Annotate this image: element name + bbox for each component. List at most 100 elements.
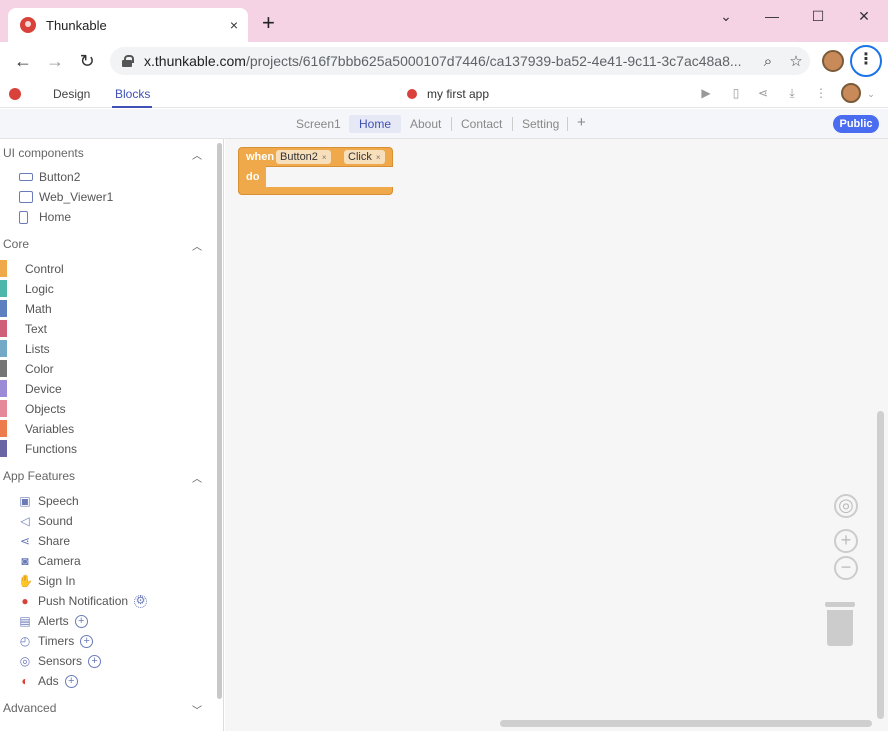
maximize-button[interactable]: ☐ <box>808 6 828 26</box>
category-label: Device <box>25 382 62 396</box>
category-color-bar <box>0 260 7 277</box>
tab-design[interactable]: Design <box>53 87 90 101</box>
core-category-device[interactable]: Device <box>0 380 210 400</box>
when-keyword: when <box>246 151 275 163</box>
device-preview-icon[interactable]: ▯ <box>728 86 744 100</box>
feature-sign-in[interactable]: ✋ Sign In <box>18 573 75 589</box>
do-statement-slot[interactable] <box>267 168 393 186</box>
dropdown-arrow-icon: × <box>321 153 327 162</box>
url-text[interactable]: x.thunkable.com/projects/616f7bbb625a500… <box>144 53 754 69</box>
screen-tab-screen1[interactable]: Screen1 <box>296 117 341 131</box>
forward-arrow-icon[interactable]: → <box>44 50 66 72</box>
sensor-icon: ◎ <box>19 654 31 668</box>
add-ads-icon[interactable]: + <box>64 674 78 688</box>
zoom-out-icon[interactable]: − <box>834 556 858 580</box>
screen-tab-about[interactable]: About <box>410 117 441 131</box>
trash-icon[interactable] <box>825 602 855 646</box>
zoom-in-icon[interactable]: + <box>834 529 858 553</box>
browser-tab[interactable]: Thunkable × <box>8 8 248 42</box>
core-category-objects[interactable]: Objects <box>0 400 210 420</box>
core-category-text[interactable]: Text <box>0 320 210 340</box>
settings-gear-icon[interactable]: ⚙ <box>134 594 148 608</box>
thunkable-logo-icon[interactable] <box>9 88 21 100</box>
zoom-icon[interactable]: ⌕ <box>754 53 782 70</box>
add-alert-icon[interactable]: + <box>74 614 88 628</box>
add-sensor-icon[interactable]: + <box>88 654 102 668</box>
feature-timers[interactable]: ◴ Timers + <box>18 633 94 649</box>
tab-search-icon[interactable]: ⌄ <box>716 6 736 26</box>
section-app-features[interactable]: App Features <box>3 469 75 483</box>
timer-icon: ◴ <box>19 634 31 648</box>
reload-icon[interactable]: ↻ <box>76 50 98 72</box>
section-ui-components[interactable]: UI components <box>3 146 84 160</box>
vertical-scrollbar[interactable] <box>877 411 884 719</box>
component-web-viewer1[interactable]: Web_Viewer1 <box>19 189 113 205</box>
profile-avatar[interactable] <box>822 50 844 72</box>
event-dropdown[interactable]: Click × <box>344 150 385 164</box>
screen-tab-contact[interactable]: Contact <box>461 117 502 131</box>
sidebar-scrollbar[interactable] <box>217 143 222 699</box>
address-bar[interactable]: x.thunkable.com/projects/616f7bbb625a500… <box>110 47 810 75</box>
screen-tab-home[interactable]: Home <box>349 115 402 133</box>
speaker-icon: ◁ <box>20 514 30 528</box>
category-color-bar <box>0 300 7 317</box>
public-button[interactable]: Public <box>833 115 879 133</box>
back-arrow-icon[interactable]: ← <box>12 50 34 72</box>
collapse-chevron-icon[interactable]: ︿ <box>192 470 202 485</box>
core-category-color[interactable]: Color <box>0 360 210 380</box>
tab-close-icon[interactable]: × <box>230 17 238 33</box>
more-options-icon[interactable]: ⋮ <box>813 86 829 100</box>
add-screen-button[interactable]: + <box>577 114 586 131</box>
category-color-bar <box>0 360 7 377</box>
trash-lid <box>825 602 855 607</box>
new-tab-button[interactable]: + <box>262 12 275 34</box>
feature-sound[interactable]: ◁ Sound <box>18 513 72 529</box>
component-button2[interactable]: Button2 <box>19 169 80 185</box>
expand-chevron-icon[interactable]: ﹀ <box>192 702 202 717</box>
core-category-variables[interactable]: Variables <box>0 420 210 440</box>
event-block-button2-click[interactable]: when Button2 × Click × do <box>238 147 393 195</box>
chevron-down-icon[interactable]: ⌄ <box>863 89 879 100</box>
bookmark-star-icon[interactable]: ☆ <box>782 52 810 70</box>
center-workspace-icon[interactable]: ◎ <box>834 494 858 518</box>
browser-toolbar: ← → ↻ x.thunkable.com/projects/616f7bbb6… <box>0 42 888 80</box>
browser-menu-icon[interactable]: ⋮ <box>850 45 882 77</box>
user-avatar[interactable] <box>841 83 861 103</box>
category-label: Color <box>25 362 54 376</box>
feature-ads[interactable]: ◐ Ads + <box>18 673 78 689</box>
core-category-lists[interactable]: Lists <box>0 340 210 360</box>
feature-sensors[interactable]: ◎ Sensors + <box>18 653 102 669</box>
horizontal-scrollbar[interactable] <box>500 720 872 727</box>
collapse-chevron-icon[interactable]: ︿ <box>192 238 202 253</box>
core-category-logic[interactable]: Logic <box>0 280 210 300</box>
section-core[interactable]: Core <box>3 237 29 251</box>
feature-alerts[interactable]: ▤ Alerts + <box>18 613 88 629</box>
download-icon[interactable]: ⤓ <box>784 86 800 101</box>
section-advanced[interactable]: Advanced <box>3 701 56 715</box>
feature-speech[interactable]: ▣ Speech <box>18 493 78 509</box>
minimize-button[interactable]: — <box>762 6 782 26</box>
trash-body <box>827 610 853 646</box>
collapse-chevron-icon[interactable]: ︿ <box>192 147 202 162</box>
app-header: Design Blocks my first app ▶ ▯ ⋖ ⤓ ⋮ ⌄ <box>0 80 888 108</box>
blocks-workspace[interactable]: when Button2 × Click × do ◎ + − <box>225 139 888 731</box>
active-tab-indicator <box>112 106 152 108</box>
core-category-math[interactable]: Math <box>0 300 210 320</box>
add-timer-icon[interactable]: + <box>80 634 94 648</box>
project-name[interactable]: my first app <box>427 87 489 101</box>
feature-push-notification[interactable]: ● Push Notification ⚙ <box>18 593 148 609</box>
screen-tab-setting[interactable]: Setting <box>522 117 559 131</box>
tab-blocks[interactable]: Blocks <box>115 87 150 101</box>
core-category-functions[interactable]: Functions <box>0 440 210 460</box>
component-home[interactable]: Home <box>19 209 71 225</box>
window-close-button[interactable]: ✕ <box>854 6 874 26</box>
core-category-control[interactable]: Control <box>0 260 210 280</box>
tab-divider <box>451 117 452 131</box>
category-label: Text <box>25 322 48 336</box>
feature-share[interactable]: ⋖ Share <box>18 533 70 549</box>
screen-tab-bar: Screen1 Home About Contact Setting + Pub… <box>0 109 888 139</box>
share-icon[interactable]: ⋖ <box>755 86 771 100</box>
component-dropdown[interactable]: Button2 × <box>276 150 331 164</box>
play-icon[interactable]: ▶ <box>698 86 714 100</box>
feature-camera[interactable]: ◙ Camera <box>18 553 80 569</box>
